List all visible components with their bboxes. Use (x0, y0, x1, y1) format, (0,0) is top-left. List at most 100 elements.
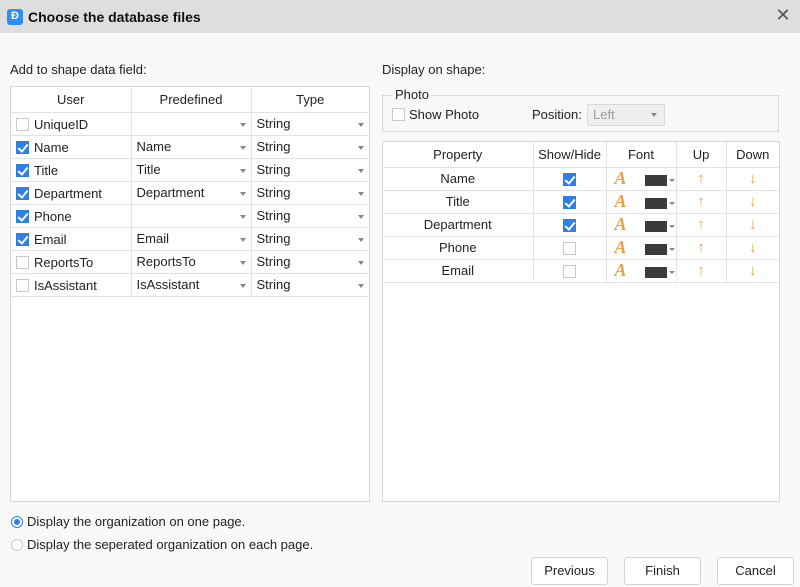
field-checkbox[interactable] (16, 278, 29, 292)
chevron-down-icon[interactable] (668, 271, 675, 275)
column-header-property: Property (383, 142, 534, 168)
chevron-down-icon (239, 145, 246, 150)
predefined-select[interactable]: Title (130, 157, 252, 182)
type-select[interactable]: String (250, 111, 369, 136)
cancel-button[interactable]: Cancel (717, 557, 794, 585)
field-checkbox[interactable] (16, 163, 29, 177)
predefined-select[interactable]: ReportsTo (130, 249, 252, 274)
font-style-icon[interactable]: A (615, 260, 627, 280)
display-properties-panel: Property Show/Hide Font Up Down Name A ↑… (382, 141, 780, 502)
chevron-down-icon (651, 113, 657, 117)
arrow-up-icon[interactable]: ↑ (697, 239, 705, 256)
table-row: Phone String (11, 203, 369, 228)
type-select[interactable]: String (250, 157, 369, 182)
font-color-picker[interactable] (644, 244, 667, 256)
user-cell: Phone (11, 203, 132, 228)
font-style-icon[interactable]: A (615, 191, 627, 211)
type-value: String (256, 139, 291, 154)
chevron-down-icon (358, 191, 364, 196)
type-select[interactable]: String (250, 249, 369, 274)
table-row: Department A ↑ ↓ (383, 212, 779, 237)
dialog-title: Choose the database files (28, 8, 201, 25)
chevron-down-icon (239, 237, 246, 242)
radio-each-page[interactable]: Display the seperated organization on ea… (11, 537, 313, 552)
up-cell: ↑ (675, 235, 727, 260)
type-select[interactable]: String (250, 226, 369, 251)
chevron-down-icon[interactable] (668, 248, 675, 252)
radio-one-page-label: Display the organization on one page. (27, 514, 246, 529)
predefined-select[interactable]: Department (130, 180, 252, 205)
chevron-down-icon (358, 122, 364, 127)
type-select[interactable]: String (250, 180, 369, 205)
checkbox[interactable] (392, 108, 405, 121)
predefined-select[interactable] (130, 203, 252, 228)
position-select[interactable]: Left (587, 104, 665, 126)
predefined-select[interactable]: Email (130, 226, 252, 251)
type-value: String (256, 185, 291, 200)
predefined-select[interactable]: IsAssistant (130, 272, 252, 297)
down-cell: ↓ (725, 212, 779, 237)
finish-button[interactable]: Finish (624, 557, 701, 585)
font-style-icon[interactable]: A (615, 214, 627, 234)
field-checkbox[interactable] (16, 209, 29, 223)
chevron-down-icon (358, 237, 364, 242)
arrow-up-icon[interactable]: ↑ (697, 193, 705, 210)
down-cell: ↓ (725, 258, 779, 283)
user-cell: ReportsTo (11, 249, 132, 274)
predefined-value: Name (136, 139, 172, 154)
close-icon[interactable]: ✕ (775, 6, 791, 24)
arrow-down-icon[interactable]: ↓ (749, 170, 757, 187)
show-hide-checkbox[interactable] (563, 265, 576, 279)
show-hide-checkbox[interactable] (563, 242, 576, 256)
font-color-picker[interactable] (644, 198, 667, 210)
arrow-down-icon[interactable]: ↓ (749, 239, 757, 256)
predefined-select[interactable]: Name (130, 134, 252, 159)
chevron-down-icon[interactable] (668, 202, 675, 206)
chevron-down-icon[interactable] (668, 179, 675, 183)
table-row: Email A ↑ ↓ (383, 258, 779, 283)
table-row: Department Department String (11, 180, 369, 205)
show-photo-checkbox[interactable]: Show Photo (392, 107, 479, 122)
type-select[interactable]: String (250, 134, 369, 159)
field-checkbox[interactable] (16, 140, 29, 154)
title-bar: Ð Choose the database files ✕ (0, 0, 800, 33)
predefined-value: Email (136, 231, 170, 246)
radio-one-page[interactable]: Display the organization on one page. (11, 514, 245, 529)
chevron-down-icon (239, 283, 246, 288)
font-color-picker[interactable] (644, 221, 667, 233)
font-style-icon[interactable]: A (615, 237, 627, 257)
column-header-type: Type (250, 87, 369, 113)
show-hide-checkbox[interactable] (563, 173, 576, 187)
field-checkbox[interactable] (16, 117, 29, 131)
type-value: String (256, 208, 291, 223)
field-checkbox[interactable] (16, 255, 29, 269)
arrow-up-icon[interactable]: ↑ (697, 170, 705, 187)
user-field-name: Email (34, 231, 67, 247)
show-hide-checkbox[interactable] (563, 219, 576, 233)
down-cell: ↓ (725, 189, 779, 214)
font-style-icon[interactable]: A (615, 168, 627, 188)
arrow-down-icon[interactable]: ↓ (749, 193, 757, 210)
chevron-down-icon[interactable] (668, 225, 675, 229)
radio-button[interactable] (11, 538, 23, 551)
field-checkbox[interactable] (16, 186, 29, 200)
font-color-picker[interactable] (644, 267, 667, 279)
chevron-down-icon (239, 260, 246, 265)
arrow-down-icon[interactable]: ↓ (749, 216, 757, 233)
type-select[interactable]: String (250, 203, 369, 228)
field-mapping-table: User Predefined Type UniqueID String Nam… (11, 87, 369, 297)
font-cell: A (605, 235, 677, 260)
font-color-picker[interactable] (644, 175, 667, 187)
radio-button[interactable] (11, 515, 23, 528)
show-hide-cell (532, 235, 607, 260)
chevron-down-icon (358, 214, 364, 219)
arrow-up-icon[interactable]: ↑ (697, 262, 705, 279)
field-checkbox[interactable] (16, 232, 29, 246)
type-select[interactable]: String (250, 272, 369, 297)
arrow-up-icon[interactable]: ↑ (697, 216, 705, 233)
predefined-select[interactable] (130, 111, 252, 136)
previous-button[interactable]: Previous (531, 557, 608, 585)
show-hide-checkbox[interactable] (563, 196, 576, 210)
chevron-down-icon (358, 283, 364, 288)
arrow-down-icon[interactable]: ↓ (749, 262, 757, 279)
